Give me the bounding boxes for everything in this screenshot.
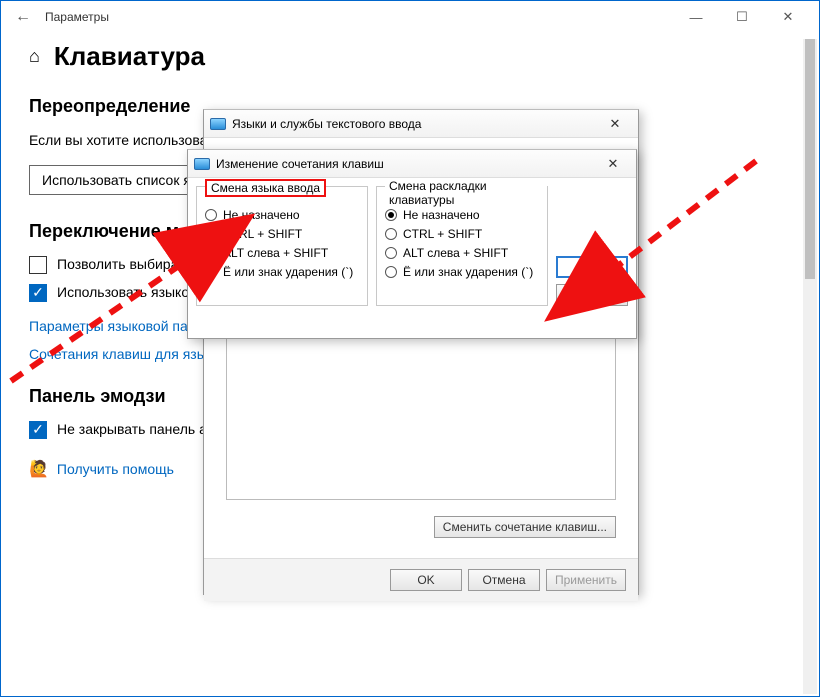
close-button[interactable]: ✕ [765, 1, 811, 33]
checkbox-uselang[interactable]: ✓ [29, 284, 47, 302]
radio-lang-grave[interactable]: Ё или знак ударения (`) [205, 265, 359, 279]
radio-layout-ctrlshift[interactable]: CTRL + SHIFT [385, 227, 539, 241]
legend-input-language: Смена языка ввода [205, 179, 326, 197]
link-lang-panel[interactable]: Параметры языковой пане [29, 318, 203, 334]
window-titlebar: ← Параметры — ☐ ✕ [1, 1, 819, 33]
use-list-button[interactable]: Использовать список я [29, 165, 204, 195]
outer-apply-button[interactable]: Применить [546, 569, 626, 591]
radio-layout-none-label: Не назначено [403, 208, 480, 222]
vertical-scrollbar[interactable] [803, 39, 817, 694]
radio-lang-grave-label: Ё или знак ударения (`) [223, 265, 353, 279]
dialog-text-services-close[interactable]: ✕ [598, 113, 632, 135]
radio-icon [205, 228, 217, 240]
home-icon[interactable]: ⌂ [29, 46, 40, 67]
radio-icon [205, 266, 217, 278]
keyboard-icon [194, 158, 210, 170]
outer-ok-button[interactable]: OK [390, 569, 462, 591]
radio-icon [385, 266, 397, 278]
dialog-text-services-titlebar[interactable]: Языки и службы текстового ввода ✕ [204, 110, 638, 138]
radio-lang-ctrlshift[interactable]: CTRL + SHIFT [205, 227, 359, 241]
link-help[interactable]: Получить помощь [57, 461, 174, 477]
radio-icon [385, 247, 397, 259]
minimize-button[interactable]: — [673, 1, 719, 33]
radio-layout-altshift-label: ALT слева + SHIFT [403, 246, 508, 260]
dialog-change-hotkey-title: Изменение сочетания клавиш [216, 157, 384, 171]
help-icon: 🙋 [29, 459, 49, 479]
link-hotkeys[interactable]: Сочетания клавиш для язы [29, 346, 207, 362]
page-title: Клавиатура [54, 41, 205, 72]
maximize-button[interactable]: ☐ [719, 1, 765, 33]
group-keyboard-layout: Смена раскладки клавиатуры Не назначено … [376, 186, 548, 306]
scrollbar-thumb[interactable] [805, 39, 815, 279]
radio-layout-altshift[interactable]: ALT слева + SHIFT [385, 246, 539, 260]
legend-keyboard-layout: Смена раскладки клавиатуры [385, 179, 547, 207]
radio-icon [205, 209, 217, 221]
radio-layout-none[interactable]: Не назначено [385, 208, 539, 222]
radio-lang-none[interactable]: Не назначено [205, 208, 359, 222]
radio-lang-none-label: Не назначено [223, 208, 300, 222]
dialog-change-hotkey-close[interactable]: ✕ [596, 153, 630, 175]
inner-cancel-button[interactable]: Отмена [556, 284, 628, 306]
outer-cancel-button[interactable]: Отмена [468, 569, 540, 591]
dialog-text-services-title: Языки и службы текстового ввода [232, 117, 421, 131]
radio-lang-altshift-label: ALT слева + SHIFT [223, 246, 328, 260]
radio-layout-ctrlshift-label: CTRL + SHIFT [403, 227, 482, 241]
radio-layout-grave[interactable]: Ё или знак ударения (`) [385, 265, 539, 279]
radio-icon [205, 247, 217, 259]
group-input-language: Смена языка ввода Не назначено CTRL + SH… [196, 186, 368, 306]
radio-icon [385, 228, 397, 240]
keyboard-icon [210, 118, 226, 130]
change-hotkey-button[interactable]: Сменить сочетание клавиш... [434, 516, 616, 538]
radio-lang-altshift[interactable]: ALT слева + SHIFT [205, 246, 359, 260]
checkbox-emoji[interactable]: ✓ [29, 421, 47, 439]
dialog-change-hotkey: Изменение сочетания клавиш ✕ Смена языка… [187, 149, 637, 339]
back-button[interactable]: ← [9, 8, 37, 26]
radio-layout-grave-label: Ё или знак ударения (`) [403, 265, 533, 279]
radio-lang-ctrlshift-label: CTRL + SHIFT [223, 227, 302, 241]
dialog-change-hotkey-titlebar[interactable]: Изменение сочетания клавиш ✕ [188, 150, 636, 178]
inner-ok-button[interactable]: OK [556, 256, 628, 278]
radio-icon [385, 209, 397, 221]
window-title: Параметры [45, 10, 109, 24]
checkbox-allow[interactable] [29, 256, 47, 274]
